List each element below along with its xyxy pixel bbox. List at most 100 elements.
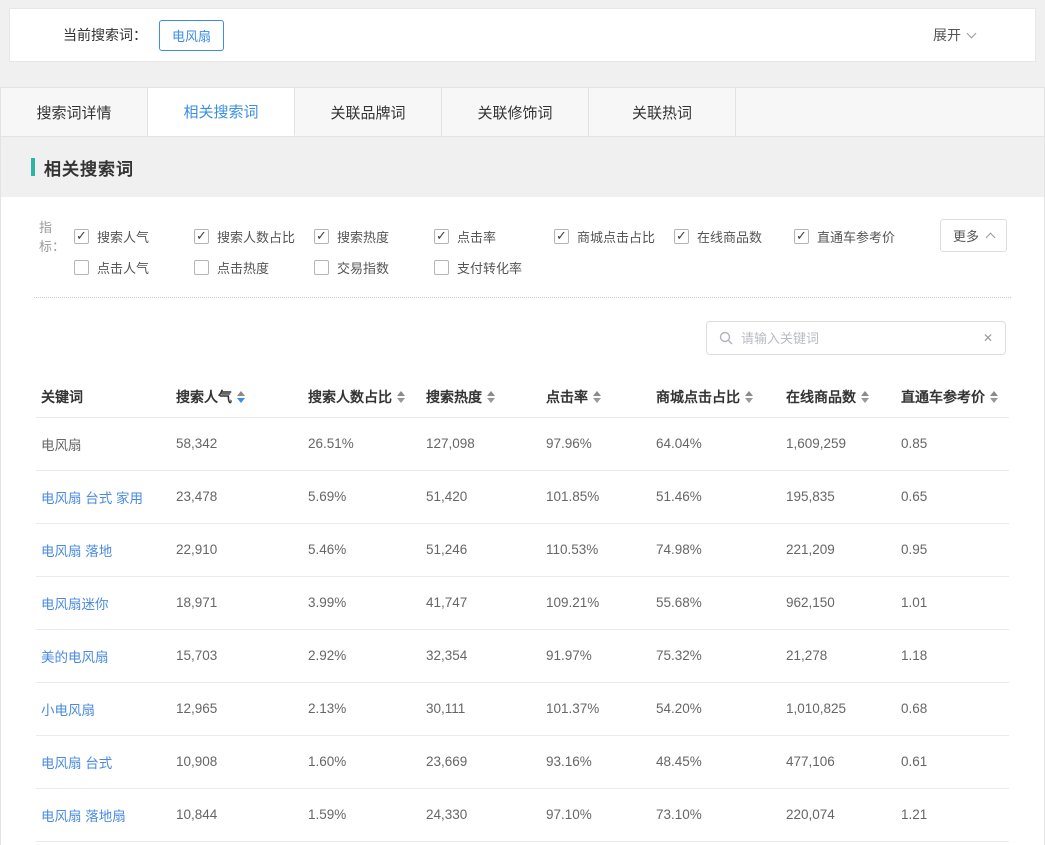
value-cell: 75.32% bbox=[651, 629, 781, 682]
metric-checkbox-item[interactable]: 交易指数 bbox=[314, 258, 434, 277]
value-cell: 74.98% bbox=[651, 523, 781, 576]
keyword-cell: 小电风扇 bbox=[36, 682, 171, 735]
keyword-link[interactable]: 电风扇 台式 家用 bbox=[41, 491, 143, 506]
metric-checkbox-label: 点击热度 bbox=[217, 258, 269, 277]
sort-icon[interactable] bbox=[237, 391, 245, 403]
metric-checkbox-label: 搜索人气 bbox=[97, 227, 149, 246]
metric-checkbox-item[interactable]: 搜索人数占比 bbox=[194, 227, 314, 246]
column-header[interactable]: 点击率 bbox=[541, 377, 651, 417]
checkbox-checked-icon[interactable] bbox=[434, 229, 449, 244]
search-term-tag[interactable]: 电风扇 bbox=[159, 20, 224, 51]
keyword-cell: 电风扇 台式 家用 bbox=[36, 470, 171, 523]
value-cell: 23,669 bbox=[421, 735, 541, 788]
keyword-text: 电风扇 bbox=[41, 438, 82, 453]
current-search-card: 当前搜索词： 电风扇 展开 bbox=[9, 8, 1036, 62]
tab-item-3[interactable]: 关联修饰词 bbox=[442, 88, 589, 136]
main-panel: 搜索词详情相关搜索词关联品牌词关联修饰词关联热词 相关搜索词 指标： 搜索人气搜… bbox=[0, 87, 1045, 845]
tab-item-0[interactable]: 搜索词详情 bbox=[1, 88, 148, 136]
keyword-link[interactable]: 电风扇 落地 bbox=[41, 544, 112, 559]
metric-checkbox-label: 商城点击占比 bbox=[577, 227, 655, 246]
checkbox-checked-icon[interactable] bbox=[314, 229, 329, 244]
chevron-down-icon bbox=[967, 28, 977, 38]
checkbox-unchecked-icon[interactable] bbox=[314, 260, 329, 275]
sort-icon[interactable] bbox=[593, 391, 601, 403]
checkbox-checked-icon[interactable] bbox=[674, 229, 689, 244]
more-label: 更多 bbox=[953, 226, 979, 245]
checkbox-unchecked-icon[interactable] bbox=[434, 260, 449, 275]
value-cell: 41,747 bbox=[421, 576, 541, 629]
checkbox-unchecked-icon[interactable] bbox=[74, 260, 89, 275]
keyword-link[interactable]: 电风扇 落地扇 bbox=[41, 809, 126, 824]
value-cell: 22,910 bbox=[171, 523, 303, 576]
sort-icon[interactable] bbox=[745, 391, 753, 403]
more-button[interactable]: 更多 bbox=[940, 219, 1007, 252]
keyword-link[interactable]: 美的电风扇 bbox=[41, 650, 109, 665]
sort-icon[interactable] bbox=[990, 391, 998, 403]
metric-checkbox-item[interactable]: 支付转化率 bbox=[434, 258, 554, 277]
metric-checkbox-item[interactable]: 搜索热度 bbox=[314, 227, 434, 246]
value-cell: 5.69% bbox=[303, 470, 421, 523]
value-cell: 0.85 bbox=[896, 417, 1009, 470]
value-cell: 48.45% bbox=[651, 735, 781, 788]
checkbox-checked-icon[interactable] bbox=[194, 229, 209, 244]
value-cell: 1,609,259 bbox=[781, 417, 896, 470]
metric-checkbox-label: 在线商品数 bbox=[697, 227, 762, 246]
value-cell: 1.21 bbox=[896, 788, 1009, 841]
value-cell: 93.16% bbox=[541, 735, 651, 788]
keyword-cell: 电风扇 落地扇 bbox=[36, 788, 171, 841]
sort-icon[interactable] bbox=[397, 391, 405, 403]
tab-item-1[interactable]: 相关搜索词 bbox=[148, 88, 295, 136]
metrics-label: 指标： bbox=[39, 217, 74, 255]
keyword-search-box[interactable]: ✕ bbox=[706, 321, 1006, 355]
column-header[interactable]: 直通车参考价 bbox=[896, 377, 1009, 417]
checkbox-unchecked-icon[interactable] bbox=[194, 260, 209, 275]
metric-checkbox-item[interactable]: 直通车参考价 bbox=[794, 227, 914, 246]
table-row: 电风扇58,34226.51%127,09897.96%64.04%1,609,… bbox=[36, 417, 1009, 470]
keyword-link[interactable]: 电风扇 台式 bbox=[41, 756, 112, 771]
value-cell: 101.85% bbox=[541, 470, 651, 523]
column-header-label: 关键词 bbox=[41, 387, 83, 407]
column-header-label: 搜索热度 bbox=[426, 387, 482, 407]
column-header-label: 在线商品数 bbox=[786, 387, 856, 407]
metric-checkbox-item[interactable]: 点击热度 bbox=[194, 258, 314, 277]
keyword-link[interactable]: 小电风扇 bbox=[41, 703, 95, 718]
keyword-cell: 电风扇 台式 bbox=[36, 735, 171, 788]
checkbox-checked-icon[interactable] bbox=[554, 229, 569, 244]
metric-checkbox-item[interactable]: 搜索人气 bbox=[74, 227, 194, 246]
metric-checkbox-item[interactable]: 点击率 bbox=[434, 227, 554, 246]
checkbox-checked-icon[interactable] bbox=[74, 229, 89, 244]
metric-checkbox-item[interactable]: 在线商品数 bbox=[674, 227, 794, 246]
value-cell: 1.59% bbox=[303, 788, 421, 841]
keyword-cell: 电风扇 bbox=[36, 417, 171, 470]
keyword-link[interactable]: 电风扇迷你 bbox=[41, 597, 109, 612]
metric-checkbox-item[interactable]: 商城点击占比 bbox=[554, 227, 674, 246]
expand-button[interactable]: 展开 bbox=[933, 25, 975, 45]
value-cell: 97.96% bbox=[541, 417, 651, 470]
table-row: 电风扇 台式 家用23,4785.69%51,420101.85%51.46%1… bbox=[36, 470, 1009, 523]
section-title: 相关搜索词 bbox=[44, 155, 134, 180]
value-cell: 54.20% bbox=[651, 682, 781, 735]
sort-icon[interactable] bbox=[487, 391, 495, 403]
checkbox-checked-icon[interactable] bbox=[794, 229, 809, 244]
column-header[interactable]: 在线商品数 bbox=[781, 377, 896, 417]
column-header[interactable]: 商城点击占比 bbox=[651, 377, 781, 417]
metric-checkbox-item[interactable]: 点击人气 bbox=[74, 258, 194, 277]
sort-icon[interactable] bbox=[861, 391, 869, 403]
value-cell: 91.97% bbox=[541, 629, 651, 682]
column-header[interactable]: 搜索人气 bbox=[171, 377, 303, 417]
value-cell: 51.46% bbox=[651, 470, 781, 523]
clear-icon[interactable]: ✕ bbox=[983, 332, 993, 344]
tab-item-4[interactable]: 关联热词 bbox=[589, 88, 736, 136]
search-row: ✕ bbox=[1, 298, 1044, 355]
column-header[interactable]: 搜索热度 bbox=[421, 377, 541, 417]
value-cell: 30,111 bbox=[421, 682, 541, 735]
keyword-cell: 电风扇迷你 bbox=[36, 576, 171, 629]
value-cell: 1.60% bbox=[303, 735, 421, 788]
keyword-search-input[interactable] bbox=[741, 331, 983, 346]
column-header[interactable]: 搜索人数占比 bbox=[303, 377, 421, 417]
metric-checkbox-label: 点击率 bbox=[457, 227, 496, 246]
tab-item-2[interactable]: 关联品牌词 bbox=[295, 88, 442, 136]
value-cell: 1,010,825 bbox=[781, 682, 896, 735]
value-cell: 73.10% bbox=[651, 788, 781, 841]
metric-filter-row-2: 点击人气 点击热度 交易指数支付转化率 bbox=[39, 254, 1044, 280]
